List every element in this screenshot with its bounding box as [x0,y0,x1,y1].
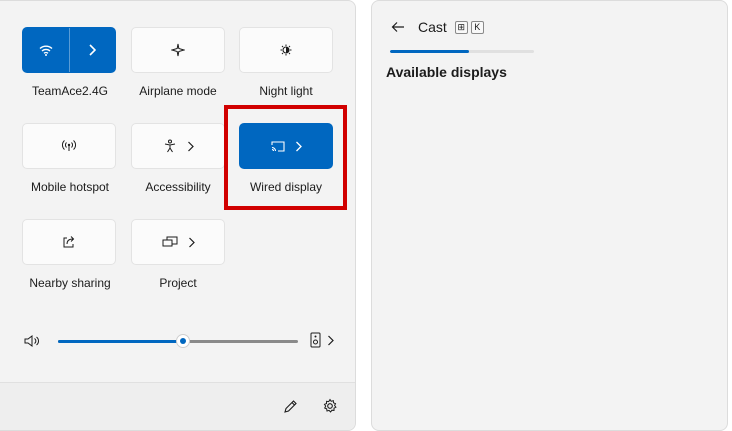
hotspot-icon [62,140,76,151]
volume-slider-thumb[interactable] [175,334,190,348]
night-light-tile[interactable] [239,27,333,73]
cast-header: Cast ⊞ K [386,15,487,39]
nearby-sharing-tile[interactable] [22,219,116,265]
wifi-icon [39,45,53,56]
volume-slider-fill [58,340,183,343]
chevron-right-icon [89,44,97,56]
project-icon [162,236,177,247]
tile-label-wifi: TeamAce2.4G [31,84,109,98]
scan-progress-bar [390,50,534,53]
windows-key-badge: ⊞ [454,20,468,34]
tile-label-project: Project [159,276,197,290]
audio-output-button[interactable] [310,332,334,348]
mobile-hotspot-tile[interactable] [22,123,116,169]
settings-button[interactable] [319,395,341,417]
tile-label-hotspot: Mobile hotspot [30,180,110,194]
k-key-badge: K [470,20,484,34]
quick-settings-footer [0,382,355,430]
chevron-right-icon [188,237,195,247]
available-displays-heading: Available displays [386,64,507,80]
accessibility-tile[interactable] [131,123,225,169]
cast-title: Cast [418,19,447,35]
highlight-box [224,105,347,210]
volume-row [24,331,340,351]
accessibility-icon [164,139,175,153]
scan-progress-fill [390,50,470,53]
wifi-toggle[interactable] [23,28,69,72]
gear-icon [323,398,337,413]
arrow-left-icon [391,22,404,32]
speaker-icon[interactable] [24,334,40,348]
cast-panel: Cast ⊞ K Available displays [371,0,728,431]
airplane-mode-tile[interactable] [131,27,225,73]
pencil-icon [283,399,297,413]
tile-label-accessibility: Accessibility [145,180,211,194]
wifi-expand-button[interactable] [69,28,115,72]
chevron-right-icon [187,141,194,151]
tile-label-night-light: Night light [259,84,313,98]
quick-settings-panel: TeamAce2.4G Airplane mode Night light Mo… [0,0,356,431]
wifi-tile[interactable] [22,27,116,73]
back-button[interactable] [386,15,410,39]
edit-button[interactable] [279,395,301,417]
night-light-icon [280,44,292,56]
airplane-icon [171,43,185,57]
project-tile[interactable] [131,219,225,265]
volume-slider[interactable] [58,334,298,348]
share-icon [63,236,75,248]
tile-label-nearby-sharing: Nearby sharing [29,276,111,290]
chevron-right-icon [328,335,334,345]
audio-output-icon [310,332,321,348]
tile-label-airplane: Airplane mode [139,84,217,98]
